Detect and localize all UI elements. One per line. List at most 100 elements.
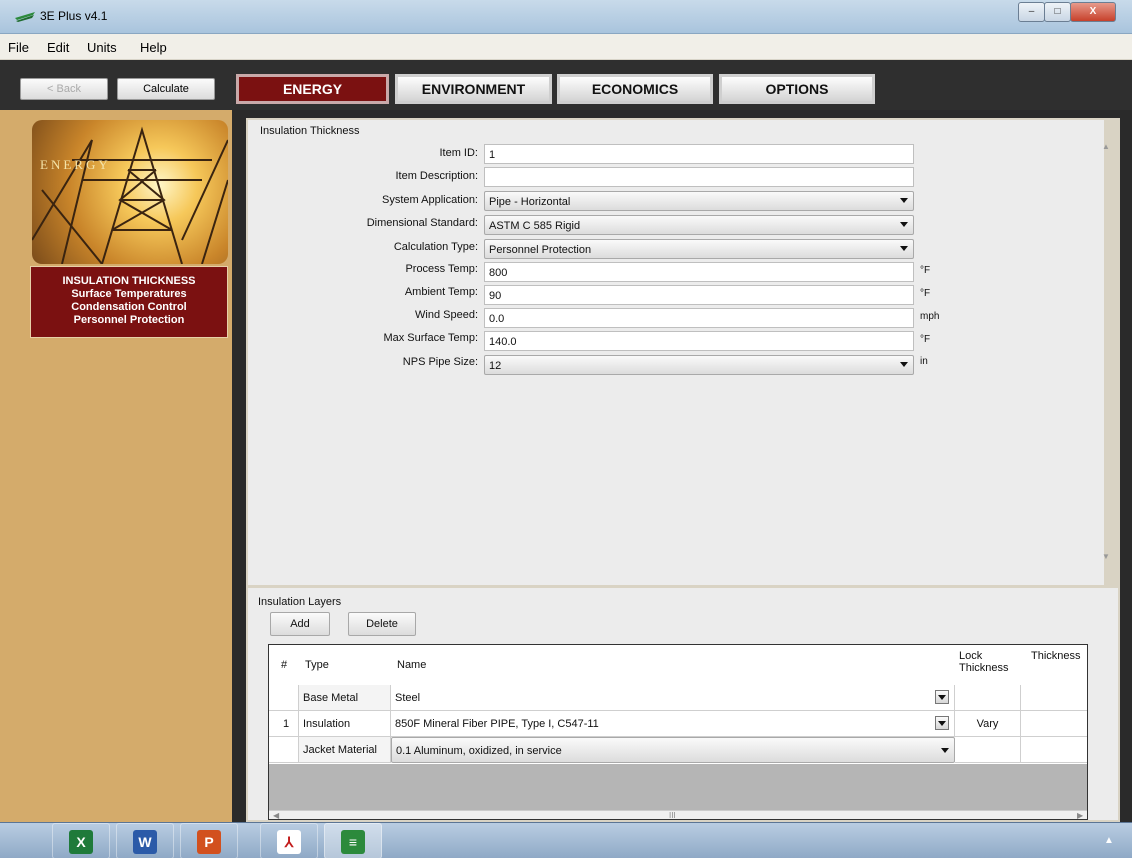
system-application-value: Pipe - Horizontal bbox=[489, 196, 571, 208]
ambient-temp-unit: °F bbox=[920, 288, 931, 299]
chevron-down-icon bbox=[941, 748, 949, 753]
item-description-input[interactable] bbox=[484, 167, 914, 187]
add-layer-button[interactable]: Add bbox=[270, 612, 330, 636]
chevron-down-icon[interactable] bbox=[935, 690, 949, 704]
tray-expand-icon[interactable]: ▲ bbox=[1104, 835, 1114, 846]
scroll-up-icon[interactable]: ▲ bbox=[1102, 142, 1110, 151]
process-temp-label: Process Temp: bbox=[405, 263, 478, 275]
table-cell-lock[interactable] bbox=[955, 737, 1021, 763]
max-surface-temp-label: Max Surface Temp: bbox=[383, 332, 478, 344]
wind-speed-unit: mph bbox=[920, 311, 940, 322]
chevron-down-icon bbox=[900, 198, 908, 203]
taskbar-word[interactable]: W bbox=[116, 823, 174, 858]
menu-units[interactable]: Units bbox=[87, 40, 117, 55]
transmission-tower-icon bbox=[32, 126, 228, 264]
layers-table: # Type Name Lock Thickness Thickness Bas… bbox=[268, 644, 1088, 820]
table-cell-lock[interactable] bbox=[955, 685, 1021, 711]
jacket-material-select[interactable]: 0.1 Aluminum, oxidized, in service bbox=[391, 737, 955, 763]
table-cell-thickness[interactable] bbox=[1021, 711, 1087, 737]
system-application-select[interactable]: Pipe - Horizontal bbox=[484, 191, 914, 211]
menu-file[interactable]: File bbox=[8, 40, 29, 55]
table-cell-name[interactable]: 850F Mineral Fiber PIPE, Type I, C547-11 bbox=[391, 711, 955, 737]
sidebar-item-insulation-thickness[interactable]: INSULATION THICKNESS bbox=[31, 275, 227, 288]
dimensional-standard-label: Dimensional Standard: bbox=[366, 217, 478, 229]
app-logo-icon bbox=[15, 12, 35, 22]
maximize-button[interactable]: □ bbox=[1044, 2, 1071, 22]
table-cell-lock[interactable]: Vary bbox=[955, 711, 1021, 737]
calculation-type-select[interactable]: Personnel Protection bbox=[484, 239, 914, 259]
calculation-type-label: Calculation Type: bbox=[393, 241, 478, 253]
word-icon: W bbox=[133, 830, 157, 854]
scroll-thumb[interactable]: III bbox=[669, 811, 676, 819]
banner-word: ENERGY bbox=[40, 157, 111, 172]
sidebar-item-surface-temperatures[interactable]: Surface Temperatures bbox=[31, 288, 227, 301]
system-application-label: System Application: bbox=[382, 194, 478, 206]
max-surface-temp-input[interactable]: 140.0 bbox=[484, 331, 914, 351]
taskbar-pdf[interactable]: ⅄ bbox=[260, 823, 318, 858]
col-header-thickness: Thickness bbox=[1031, 650, 1081, 662]
delete-layer-button[interactable]: Delete bbox=[348, 612, 416, 636]
window-title: 3E Plus v4.1 bbox=[40, 9, 108, 23]
table-cell-name[interactable]: Steel bbox=[391, 685, 955, 711]
wind-speed-input[interactable]: 0.0 bbox=[484, 308, 914, 328]
dimensional-standard-select[interactable]: ASTM C 585 Rigid bbox=[484, 215, 914, 235]
table-cell-name-text: 850F Mineral Fiber PIPE, Type I, C547-11 bbox=[395, 718, 599, 730]
item-description-label: Item Description: bbox=[395, 170, 478, 182]
toolbar: < Back Calculate ENERGY ENVIRONMENT ECON… bbox=[0, 60, 1132, 110]
dimensional-standard-value: ASTM C 585 Rigid bbox=[489, 220, 581, 232]
tab-energy[interactable]: ENERGY bbox=[236, 74, 389, 104]
table-cell-name-text: 0.1 Aluminum, oxidized, in service bbox=[396, 745, 562, 757]
table-cell-num bbox=[269, 737, 299, 763]
taskbar-3eplus[interactable]: ≡ bbox=[324, 823, 382, 858]
scroll-left-icon[interactable]: ◀ bbox=[273, 811, 279, 819]
item-id-label: Item ID: bbox=[439, 147, 478, 159]
sidebar-item-personnel-protection[interactable]: Personnel Protection bbox=[31, 314, 227, 327]
chevron-down-icon bbox=[900, 222, 908, 227]
content-area: Insulation Thickness ▲ ▼ Item ID: 1 Item… bbox=[246, 118, 1120, 822]
table-cell-type: Jacket Material bbox=[299, 737, 391, 763]
table-cell-type: Base Metal bbox=[299, 685, 391, 711]
menu-bar: File Edit Units Help bbox=[0, 34, 1132, 60]
chevron-down-icon bbox=[900, 246, 908, 251]
powerpoint-icon: P bbox=[197, 830, 221, 854]
table-cell-thickness[interactable] bbox=[1021, 737, 1087, 763]
menu-help[interactable]: Help bbox=[140, 40, 167, 55]
table-cell-thickness[interactable] bbox=[1021, 685, 1087, 711]
ambient-temp-input[interactable]: 90 bbox=[484, 285, 914, 305]
chevron-down-icon bbox=[900, 362, 908, 367]
taskbar-powerpoint[interactable]: P bbox=[180, 823, 238, 858]
table-cell-num: 1 bbox=[269, 711, 299, 737]
item-id-input[interactable]: 1 bbox=[484, 144, 914, 164]
calculate-button[interactable]: Calculate bbox=[117, 78, 215, 100]
sidebar-item-condensation-control[interactable]: Condensation Control bbox=[31, 301, 227, 314]
max-surface-temp-unit: °F bbox=[920, 334, 931, 345]
table-cell-name-text: Steel bbox=[395, 692, 421, 704]
nps-pipe-size-value: 12 bbox=[489, 360, 502, 372]
process-temp-input[interactable]: 800 bbox=[484, 262, 914, 282]
insulation-layers-panel: Insulation Layers Add Delete # Type Name… bbox=[248, 588, 1118, 820]
wind-speed-label: Wind Speed: bbox=[415, 309, 478, 321]
nps-pipe-size-select[interactable]: 12 bbox=[484, 355, 914, 375]
sidebar: ENERGY INSULATION THICKNESS Surface Temp… bbox=[0, 110, 232, 822]
horizontal-scrollbar[interactable]: ◀ III ▶ bbox=[269, 810, 1087, 819]
excel-icon: X bbox=[69, 830, 93, 854]
minimize-button[interactable]: – bbox=[1018, 2, 1045, 22]
title-bar: 3E Plus v4.1 – □ X bbox=[0, 0, 1132, 34]
menu-edit[interactable]: Edit bbox=[47, 40, 69, 55]
table-cell-num bbox=[269, 685, 299, 711]
taskbar-excel[interactable]: X bbox=[52, 823, 110, 858]
nps-pipe-size-label: NPS Pipe Size: bbox=[402, 356, 478, 368]
energy-banner-image: ENERGY bbox=[32, 120, 228, 264]
tab-economics[interactable]: ECONOMICS bbox=[557, 74, 713, 104]
close-button[interactable]: X bbox=[1070, 2, 1116, 22]
pdf-icon: ⅄ bbox=[277, 830, 301, 854]
tab-options[interactable]: OPTIONS bbox=[719, 74, 875, 104]
tab-environment[interactable]: ENVIRONMENT bbox=[395, 74, 552, 104]
form-title: Insulation Thickness bbox=[260, 125, 360, 137]
scroll-right-icon[interactable]: ▶ bbox=[1077, 811, 1083, 819]
chevron-down-icon[interactable] bbox=[935, 716, 949, 730]
scroll-down-icon[interactable]: ▼ bbox=[1102, 552, 1110, 561]
back-button[interactable]: < Back bbox=[20, 78, 108, 100]
insulation-thickness-form: Insulation Thickness ▲ ▼ Item ID: 1 Item… bbox=[248, 120, 1110, 585]
process-temp-unit: °F bbox=[920, 265, 931, 276]
